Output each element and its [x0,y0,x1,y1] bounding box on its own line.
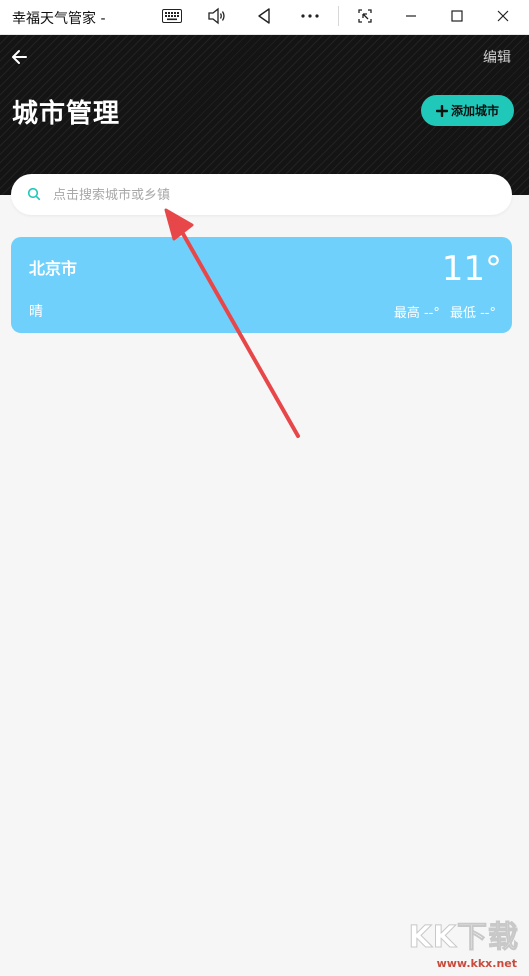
search-input[interactable] [51,174,495,217]
volume-icon[interactable] [204,5,230,27]
watermark: KK下载 www.kkx.net [401,900,521,971]
search-bar[interactable] [11,174,512,217]
city-low: 最低 --° [449,306,496,321]
plus-icon [435,104,448,117]
city-temperature: 11° [441,249,502,289]
app-title: 幸福天气管家 - [12,11,106,27]
watermark-logo: KK下载 [408,920,519,956]
watermark-url: www.kkx.net [436,957,517,970]
city-card[interactable]: 北京市 11° 晴 最高 --° 最低 --° [11,237,512,333]
titlebar-divider [338,6,339,26]
city-temp-range: 最高 --° 最低 --° [388,302,496,321]
edit-button[interactable]: 编辑 [483,47,511,67]
window-titlebar: 幸福天气管家 - [0,0,529,35]
back-triangle-icon[interactable] [251,5,277,27]
snip-icon[interactable] [352,5,378,27]
close-icon[interactable] [490,5,516,27]
city-weather: 晴 [29,304,43,320]
keyboard-icon[interactable] [159,5,185,27]
maximize-icon[interactable] [444,5,470,27]
more-icon[interactable] [297,5,323,27]
city-high: 最高 --° [393,306,440,321]
arrow-left-icon[interactable] [10,47,30,67]
city-name: 北京市 [29,259,78,278]
add-city-button[interactable]: 添加城市 [421,95,514,126]
search-icon [27,187,41,201]
add-city-label: 添加城市 [450,104,499,118]
city-manager-header: 编辑 城市管理 添加城市 [0,35,529,235]
minimize-icon[interactable] [398,5,424,27]
page-title: 城市管理 [12,99,121,129]
